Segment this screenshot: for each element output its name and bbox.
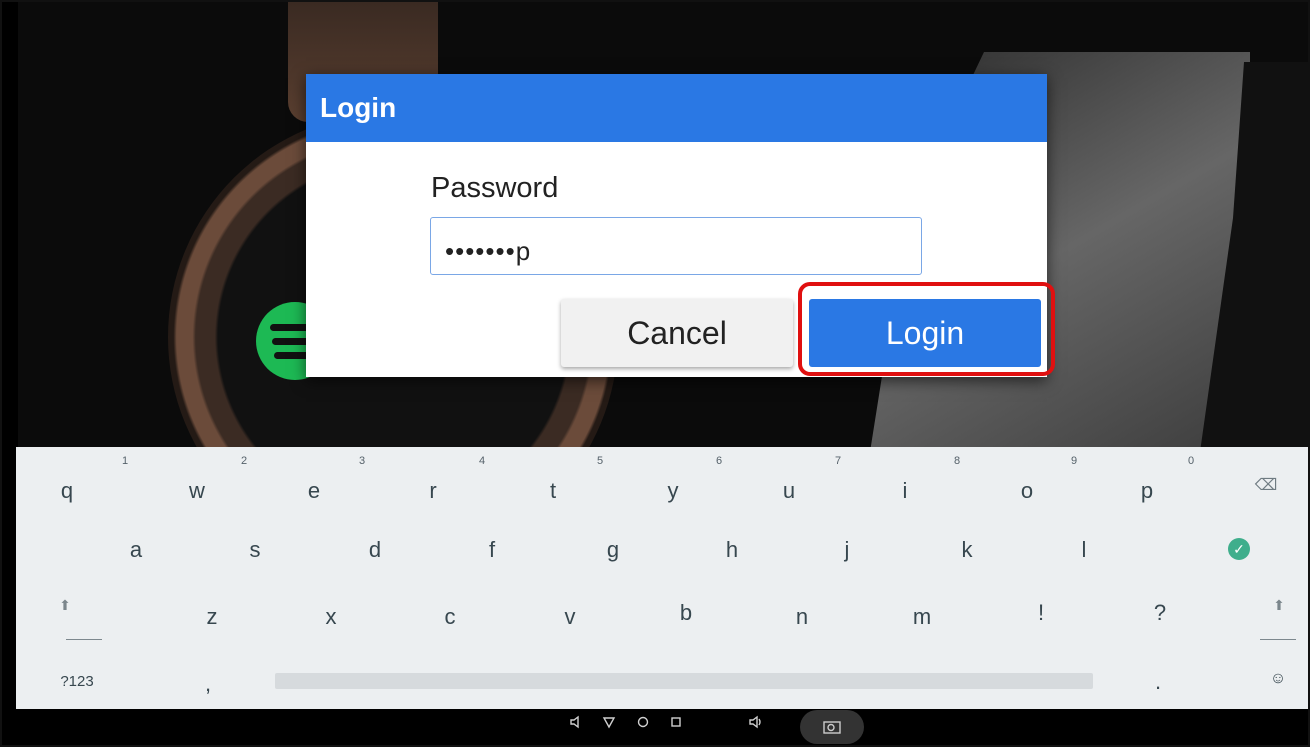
key-r[interactable]: r	[403, 478, 463, 504]
screenshot-icon[interactable]	[800, 710, 864, 744]
shift-right-icon[interactable]: ⬆	[1249, 597, 1309, 614]
key-question[interactable]: ?	[1130, 600, 1190, 626]
key-exclamation[interactable]: !	[1011, 600, 1071, 626]
key-u[interactable]: u	[759, 478, 819, 504]
key-hint: 8	[954, 455, 961, 467]
key-hint: 2	[241, 455, 248, 467]
key-s[interactable]: s	[225, 537, 285, 563]
key-p[interactable]: p	[1117, 478, 1177, 504]
key-hint: 0	[1188, 455, 1195, 467]
back-icon[interactable]	[594, 715, 624, 734]
password-label: Password	[431, 172, 559, 204]
key-j[interactable]: j	[817, 537, 877, 563]
key-l[interactable]: l	[1054, 537, 1114, 563]
login-button-highlight	[798, 282, 1055, 376]
key-hint: 3	[359, 455, 366, 467]
key-a[interactable]: a	[106, 537, 166, 563]
key-v[interactable]: v	[540, 604, 600, 630]
key-hint: 1	[122, 455, 129, 467]
cancel-button[interactable]: Cancel	[561, 299, 793, 367]
symbols-key[interactable]: ?123	[47, 673, 107, 690]
key-x[interactable]: x	[301, 604, 361, 630]
key-h[interactable]: h	[702, 537, 762, 563]
key-d[interactable]: d	[345, 537, 405, 563]
key-t[interactable]: t	[523, 478, 583, 504]
done-icon[interactable]: ✓	[1228, 538, 1250, 560]
system-nav-bar	[16, 709, 1308, 745]
dialog-title: Login	[306, 74, 1047, 142]
period-key[interactable]: .	[1128, 669, 1188, 695]
key-g[interactable]: g	[583, 537, 643, 563]
key-hint: 6	[716, 455, 723, 467]
shift-left-icon[interactable]: ⬆	[35, 597, 95, 614]
volume-down-icon[interactable]	[561, 715, 591, 734]
key-c[interactable]: c	[420, 604, 480, 630]
comma-key[interactable]: ,	[178, 671, 238, 697]
key-f[interactable]: f	[462, 537, 522, 563]
spacebar[interactable]	[275, 673, 1093, 689]
password-field[interactable]: •••••••p	[430, 217, 922, 275]
key-z[interactable]: z	[182, 604, 242, 630]
key-b[interactable]: b	[656, 600, 716, 626]
key-e[interactable]: e	[284, 478, 344, 504]
key-n[interactable]: n	[772, 604, 832, 630]
key-m[interactable]: m	[892, 604, 952, 630]
recents-icon[interactable]	[661, 715, 691, 734]
key-w[interactable]: w	[167, 478, 227, 504]
key-o[interactable]: o	[997, 478, 1057, 504]
key-hint: 4	[479, 455, 486, 467]
shift-underline	[1260, 639, 1296, 640]
key-q[interactable]: q	[37, 478, 97, 504]
key-hint: 5	[597, 455, 604, 467]
backspace-icon[interactable]: ⌫	[1236, 475, 1296, 495]
key-hint: 9	[1071, 455, 1078, 467]
key-i[interactable]: i	[875, 478, 935, 504]
onscreen-keyboard: q 1 w 2 e 3 r 4 t 5 y 6 u 7 i 8 o 9 p 0 …	[16, 447, 1308, 709]
volume-up-icon[interactable]	[741, 715, 771, 734]
key-hint: 7	[835, 455, 842, 467]
shift-underline	[66, 639, 102, 640]
home-icon[interactable]	[628, 715, 658, 734]
key-k[interactable]: k	[937, 537, 997, 563]
key-y[interactable]: y	[643, 478, 703, 504]
emoji-icon[interactable]: ☺	[1248, 670, 1308, 688]
